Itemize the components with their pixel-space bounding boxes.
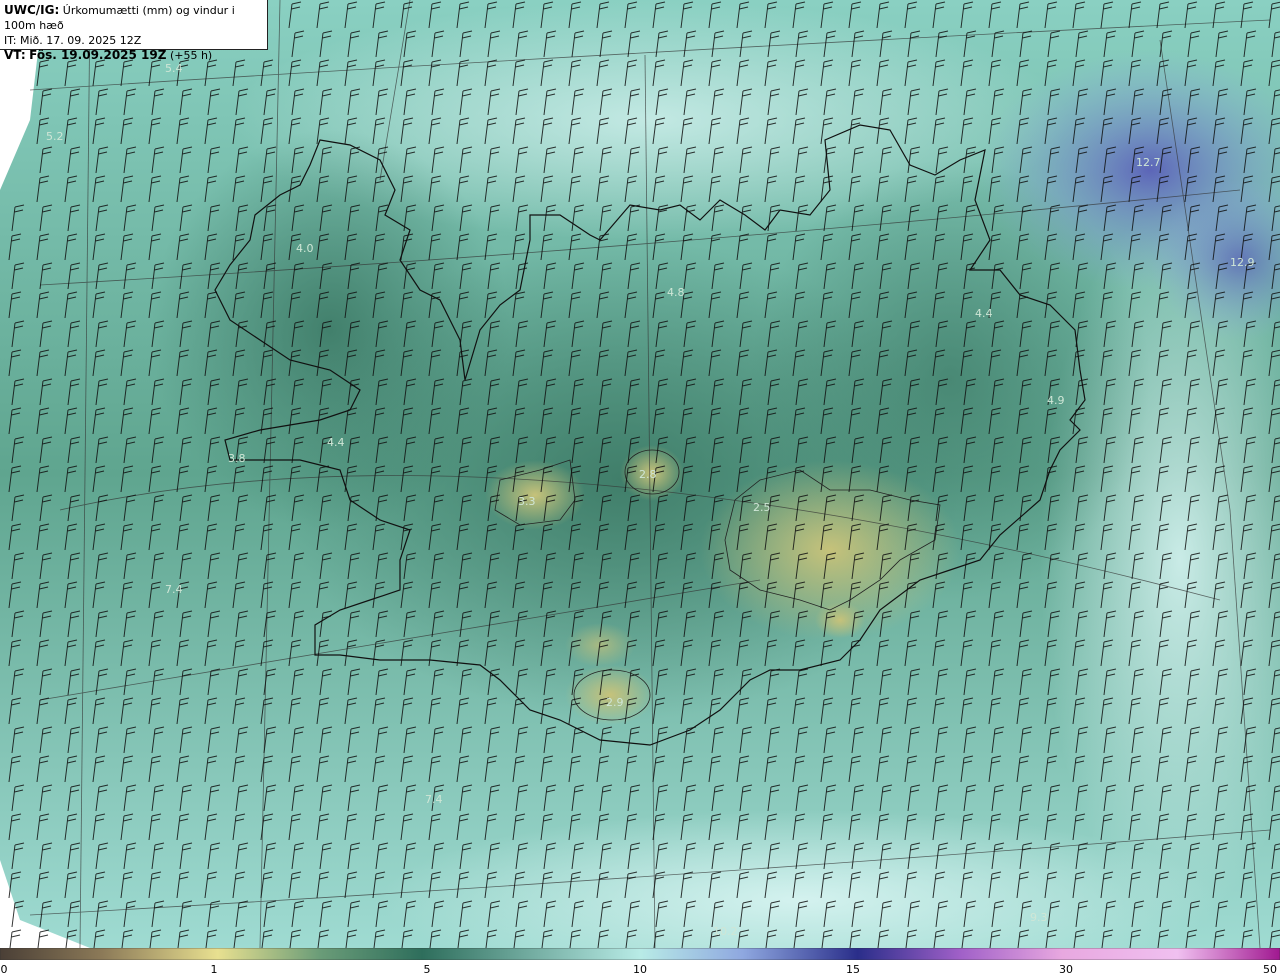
- label-northeast: 4.4: [975, 307, 993, 320]
- tick-1: 1: [210, 963, 218, 976]
- colorbar: [0, 948, 1280, 960]
- valid-prefix: VT:: [4, 48, 26, 62]
- label-hofsjokull: 2.8: [639, 468, 657, 481]
- label-east: 4.9: [1047, 394, 1065, 407]
- label-west-sea: 7.4: [165, 583, 183, 596]
- label-north: 4.8: [667, 286, 685, 299]
- label-south-sea-2: 10.2: [713, 925, 738, 938]
- label-vatnajokull: 2.5: [753, 501, 771, 514]
- label-ne-sea-2: 12.9: [1230, 256, 1255, 269]
- map-info-box: UWC/IG: Úrkomumætti (mm) og vindur i 100…: [0, 0, 268, 62]
- label-langjokull: 3.3: [518, 495, 536, 508]
- tick-5: 5: [423, 963, 431, 976]
- init-time: IT: Mið. 17. 09. 2025 12Z: [4, 34, 142, 47]
- tick-0: 0: [0, 963, 8, 976]
- valid-time: Fös. 19.09.2025 19Z: [29, 48, 167, 62]
- tick-30: 30: [1059, 963, 1073, 976]
- label-west-tip: 3.8: [228, 452, 246, 465]
- label-westfjords: 4.0: [296, 242, 314, 255]
- label-south-sea: 7.4: [425, 793, 443, 806]
- tick-15: 15: [846, 963, 860, 976]
- label-se-sea: 9.3: [1030, 911, 1048, 924]
- label-myrdalsjokull: 2.9: [606, 696, 624, 709]
- precipitation-wind-map: 5.4 5.2 4.0 4.8 4.4 4.9 4.4 3.8 2.8 3.3 …: [0, 0, 1280, 948]
- label-ne-sea: 12.7: [1136, 156, 1161, 169]
- product-name: UWC/IG:: [4, 3, 60, 17]
- label-west-north: 5.4: [165, 62, 183, 75]
- label-far-west: 5.2: [46, 130, 64, 143]
- label-snaefellsnes: 4.4: [327, 436, 345, 449]
- tick-50: 50: [1263, 963, 1277, 976]
- colorbar-ticks: 0 1 5 10 15 30 50: [0, 961, 1280, 978]
- lead-time: (+55 h): [169, 49, 213, 62]
- tick-10: 10: [633, 963, 647, 976]
